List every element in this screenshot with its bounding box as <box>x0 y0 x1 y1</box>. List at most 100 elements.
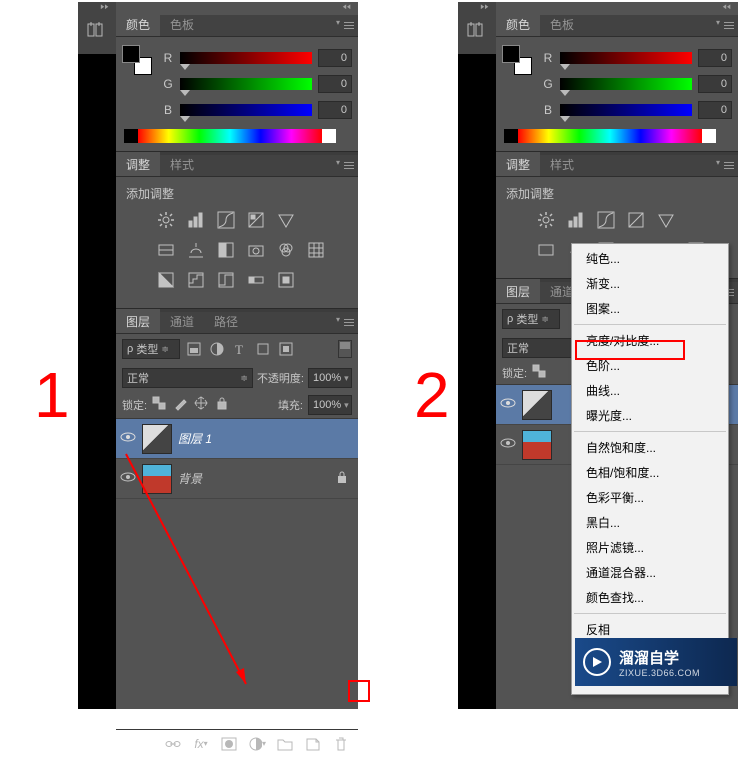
tab-layers[interactable]: 图层 <box>116 309 160 333</box>
tab-color[interactable]: 颜色 <box>116 12 160 36</box>
tab-layers[interactable]: 图层 <box>496 279 540 303</box>
g-value[interactable]: 0 <box>318 75 352 93</box>
visibility-icon[interactable] <box>120 471 136 486</box>
gradientmap-icon[interactable] <box>246 270 266 290</box>
r-slider[interactable] <box>180 52 312 64</box>
tab-paths[interactable]: 路径 <box>204 309 248 333</box>
vibrance-icon[interactable] <box>276 210 296 230</box>
channelmixer-icon[interactable] <box>276 240 296 260</box>
r-slider[interactable] <box>560 52 692 64</box>
r-value[interactable]: 0 <box>318 49 352 67</box>
exposure-icon[interactable] <box>626 210 646 230</box>
color-swatch[interactable] <box>502 45 532 75</box>
g-slider[interactable] <box>180 78 312 90</box>
exposure-icon[interactable] <box>246 210 266 230</box>
brightness-icon[interactable] <box>536 210 556 230</box>
dock-expand-icon[interactable] <box>78 2 116 15</box>
blend-mode-dropdown[interactable]: 正常≑ <box>122 368 253 388</box>
adjustment-layer-icon[interactable]: ▾ <box>248 735 266 753</box>
lock-position-icon[interactable] <box>194 397 210 413</box>
filter-toggle[interactable] <box>338 340 352 358</box>
tab-adjustments[interactable]: 调整 <box>496 152 540 176</box>
blend-mode-dropdown[interactable]: 正常 <box>502 338 572 358</box>
layer-thumbnail[interactable] <box>522 430 552 460</box>
bw-icon[interactable] <box>216 240 236 260</box>
fg-color-swatch[interactable] <box>502 45 520 63</box>
menu-vibrance[interactable]: 自然饱和度... <box>572 435 728 460</box>
lock-pixels-icon[interactable] <box>173 397 189 413</box>
new-layer-icon[interactable] <box>304 735 322 753</box>
posterize-icon[interactable] <box>186 270 206 290</box>
menu-brightness[interactable]: 亮度/对比度... <box>572 328 728 353</box>
spectrum-bar[interactable] <box>138 129 336 143</box>
tab-swatches[interactable]: 色板 <box>160 12 204 36</box>
filter-pixel-icon[interactable] <box>185 340 203 358</box>
menu-solid-color[interactable]: 纯色... <box>572 246 728 271</box>
r-value[interactable]: 0 <box>698 49 732 67</box>
tab-styles[interactable]: 样式 <box>540 152 584 176</box>
menu-channelmixer[interactable]: 通道混合器... <box>572 560 728 585</box>
tab-channels[interactable]: 通道 <box>160 309 204 333</box>
g-value[interactable]: 0 <box>698 75 732 93</box>
g-slider[interactable] <box>560 78 692 90</box>
curves-icon[interactable] <box>216 210 236 230</box>
fg-color-swatch[interactable] <box>122 45 140 63</box>
menu-colorlookup[interactable]: 颜色查找... <box>572 585 728 610</box>
dock-icon[interactable] <box>78 15 116 45</box>
visibility-icon[interactable] <box>500 397 516 412</box>
panel-menu-icon[interactable] <box>338 315 356 329</box>
tab-adjustments[interactable]: 调整 <box>116 152 160 176</box>
b-value[interactable]: 0 <box>698 101 732 119</box>
visibility-icon[interactable] <box>500 437 516 452</box>
lock-all-icon[interactable] <box>215 397 231 413</box>
curves-icon[interactable] <box>596 210 616 230</box>
b-value[interactable]: 0 <box>318 101 352 119</box>
vibrance-icon[interactable] <box>656 210 676 230</box>
panel-menu-icon[interactable] <box>338 158 356 172</box>
filter-adjust-icon[interactable] <box>208 340 226 358</box>
menu-exposure[interactable]: 曝光度... <box>572 403 728 428</box>
layer-thumbnail[interactable] <box>522 390 552 420</box>
layer-item[interactable]: 背景 <box>116 459 358 499</box>
delete-icon[interactable] <box>332 735 350 753</box>
layer-thumbnail[interactable] <box>142 464 172 494</box>
colorlookup-icon[interactable] <box>306 240 326 260</box>
menu-photofilter[interactable]: 照片滤镜... <box>572 535 728 560</box>
visibility-icon[interactable] <box>120 431 136 446</box>
group-icon[interactable] <box>276 735 294 753</box>
opacity-value[interactable]: 100%▾ <box>308 368 352 388</box>
threshold-icon[interactable] <box>216 270 236 290</box>
filter-type-icon[interactable]: T <box>231 340 249 358</box>
hue-icon[interactable] <box>536 240 556 260</box>
selective-icon[interactable] <box>276 270 296 290</box>
filter-kind-dropdown[interactable]: ρ 类型≑ <box>502 309 560 329</box>
link-icon[interactable] <box>164 735 182 753</box>
levels-icon[interactable] <box>566 210 586 230</box>
layer-empty-area[interactable] <box>116 499 358 729</box>
hue-icon[interactable] <box>156 240 176 260</box>
spectrum-bar[interactable] <box>518 129 716 143</box>
fill-value[interactable]: 100%▾ <box>308 395 352 415</box>
tab-color[interactable]: 颜色 <box>496 12 540 36</box>
lock-transparent-icon[interactable] <box>532 365 548 381</box>
photofilter-icon[interactable] <box>246 240 266 260</box>
fx-icon[interactable]: fx▾ <box>192 735 210 753</box>
menu-gradient[interactable]: 渐变... <box>572 271 728 296</box>
tab-swatches[interactable]: 色板 <box>540 12 584 36</box>
menu-curves[interactable]: 曲线... <box>572 378 728 403</box>
b-slider[interactable] <box>560 104 692 116</box>
menu-hue[interactable]: 色相/饱和度... <box>572 460 728 485</box>
menu-pattern[interactable]: 图案... <box>572 296 728 321</box>
filter-smart-icon[interactable] <box>277 340 295 358</box>
menu-colorbalance[interactable]: 色彩平衡... <box>572 485 728 510</box>
b-slider[interactable] <box>180 104 312 116</box>
panel-menu-icon[interactable] <box>718 18 736 32</box>
menu-bw[interactable]: 黑白... <box>572 510 728 535</box>
menu-levels[interactable]: 色阶... <box>572 353 728 378</box>
invert-icon[interactable] <box>156 270 176 290</box>
layer-name[interactable]: 背景 <box>178 470 202 487</box>
panel-menu-icon[interactable] <box>338 18 356 32</box>
lock-transparent-icon[interactable] <box>152 397 168 413</box>
brightness-icon[interactable] <box>156 210 176 230</box>
color-swatch[interactable] <box>122 45 152 75</box>
